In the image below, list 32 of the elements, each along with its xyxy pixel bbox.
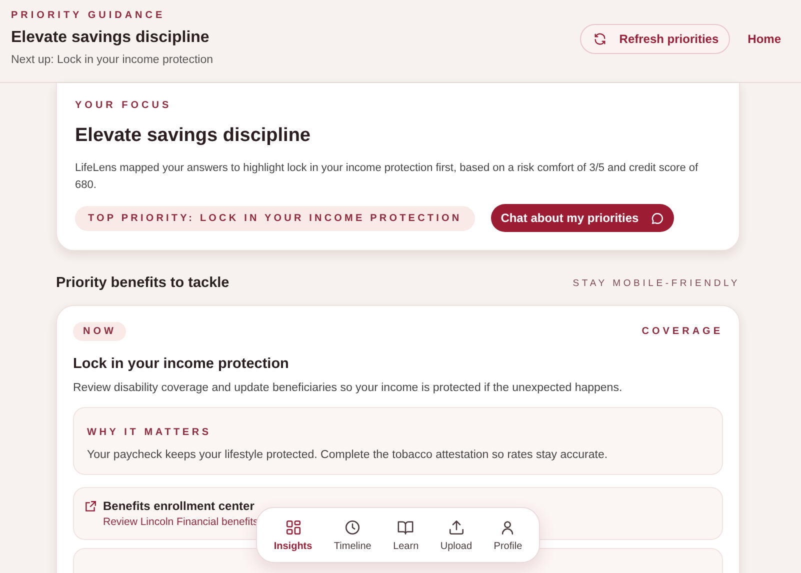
category-label: COVERAGE <box>642 326 723 337</box>
upload-icon <box>448 518 465 536</box>
chat-bubble-icon <box>650 212 664 224</box>
refresh-icon <box>593 32 608 46</box>
link-title: Benefits enrollment center <box>103 499 256 513</box>
book-icon <box>397 518 414 536</box>
priority-badge: TOP PRIORITY: LOCK IN YOUR INCOME PROTECTION <box>75 206 475 230</box>
section-title: Priority benefits to tackle <box>56 275 230 291</box>
clock-icon <box>344 518 362 536</box>
focus-title: Elevate savings discipline <box>75 125 312 147</box>
benefit-title: Lock in your income protection <box>73 356 290 372</box>
eyebrow-label: PRIORITY GUIDANCE <box>11 10 166 21</box>
why-description: Your paycheck keeps your lifestyle protected. Complete the tobacco attestation so rates stay accurate. <box>87 449 609 461</box>
nav-tab[interactable]: Learn <box>391 516 421 554</box>
focus-description: LifeLens mapped your answers to highlight lock in your income protection first, based on a risk comfort of 3/5 and credit score of 680. <box>75 161 700 193</box>
chat-button[interactable]: Chat about my priorities <box>490 204 674 232</box>
nav-tab[interactable]: Insights <box>272 516 314 554</box>
external-link-icon <box>84 500 97 513</box>
section-note: STAY MOBILE-FRIENDLY <box>572 278 740 288</box>
why-title: WHY IT MATTERS <box>87 427 212 438</box>
focus-eyebrow: YOUR FOCUS <box>75 100 173 111</box>
benefit-description: Review disability coverage and update beneficiaries so your income is protected if the unexpected happens. <box>73 382 624 394</box>
nav-tab[interactable]: Timeline <box>332 516 374 554</box>
nav-tab[interactable]: Profile <box>492 516 524 554</box>
refresh-button[interactable]: Refresh priorities <box>580 24 730 54</box>
link-subtitle: Review Lincoln Financial benefits <box>103 516 258 528</box>
status-badge: NOW <box>73 322 126 341</box>
page-title: Elevate savings discipline <box>11 29 210 47</box>
home-link[interactable]: Home <box>748 32 781 46</box>
grid-icon <box>284 518 302 536</box>
page-subtitle: Next up: Lock in your income protection <box>11 54 213 66</box>
nav-tab[interactable]: Upload <box>438 516 474 554</box>
